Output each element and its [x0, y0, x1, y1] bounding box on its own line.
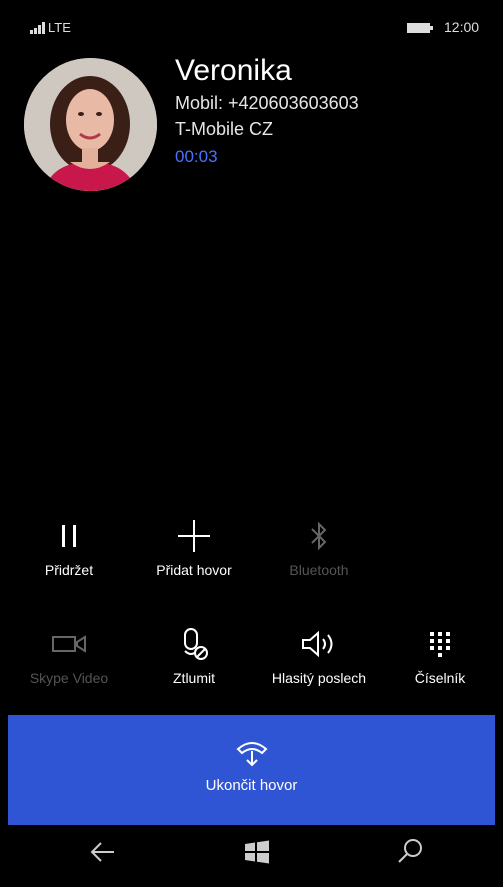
keypad-button[interactable]: Číselník — [385, 624, 495, 704]
battery-icon — [407, 23, 433, 33]
end-call-label: Ukončit hovor — [205, 777, 298, 794]
bluetooth-label: Bluetooth — [289, 562, 349, 578]
hold-button[interactable]: Přidržet — [14, 516, 124, 596]
video-icon — [49, 624, 89, 664]
clock: 12:00 — [444, 19, 480, 35]
speaker-icon — [299, 624, 339, 664]
contact-name: Veronika — [175, 54, 292, 87]
windows-icon[interactable] — [240, 835, 274, 869]
search-icon[interactable] — [393, 835, 427, 869]
contact-photo — [24, 58, 157, 191]
speaker-button[interactable]: Hlasitý poslech — [264, 624, 374, 704]
skype-video-label: Skype Video — [29, 670, 109, 686]
back-icon[interactable] — [86, 835, 120, 869]
navigation-bar — [8, 825, 495, 879]
status-bar: LTE 12:00 — [8, 8, 495, 42]
network-type: LTE — [48, 20, 71, 35]
mute-button[interactable]: Ztlumit — [139, 624, 249, 704]
avatar — [24, 58, 157, 191]
skype-video-button[interactable]: Skype Video — [14, 624, 124, 704]
contact-number: Mobil: +420603603603 — [175, 93, 359, 113]
add-call-button[interactable]: Přidat hovor — [139, 516, 249, 596]
keypad-icon — [420, 624, 460, 664]
signal-icon — [30, 22, 45, 34]
add-call-label: Přidat hovor — [156, 562, 232, 578]
mute-icon — [174, 624, 214, 664]
carrier-name: T-Mobile CZ — [175, 119, 274, 139]
keypad-label: Číselník — [414, 670, 466, 686]
plus-icon — [174, 516, 214, 556]
bluetooth-icon — [299, 516, 339, 556]
call-duration: 00:03 — [175, 147, 218, 166]
pause-icon — [49, 516, 89, 556]
speaker-label: Hlasitý poslech — [271, 670, 367, 686]
phone-call-screen: LTE 12:00 Veronika Mobil: +420603603603 — [8, 8, 495, 879]
mute-label: Ztlumit — [173, 670, 215, 686]
hold-label: Přidržet — [44, 562, 94, 578]
bluetooth-button[interactable]: Bluetooth — [264, 516, 374, 596]
hang-up-icon — [236, 742, 268, 767]
end-call-button[interactable]: Ukončit hovor — [8, 715, 495, 825]
